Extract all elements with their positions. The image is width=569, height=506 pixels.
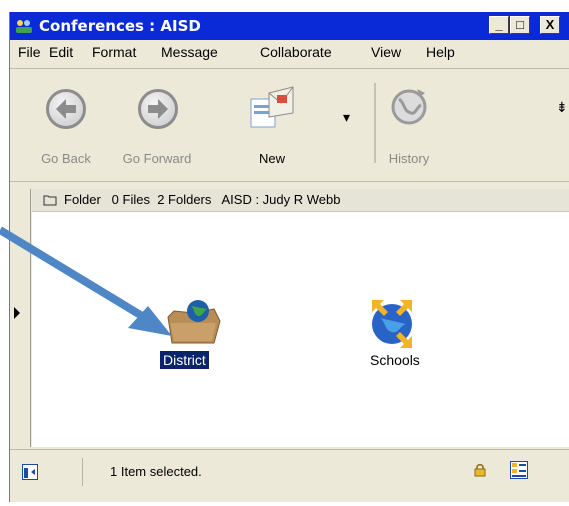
district-label: District (160, 351, 209, 369)
lock-icon (474, 464, 486, 477)
menu-message[interactable]: Message (161, 44, 218, 60)
folder-icon (43, 195, 57, 206)
menu-help[interactable]: Help (426, 44, 455, 60)
history-label: History (388, 151, 430, 166)
folder-info-text: Folder 0 Files 2 Folders AISD : Judy R W… (64, 192, 341, 207)
view-details-icon[interactable] (510, 461, 528, 479)
overflow-chevron-icon: ⇟ (556, 99, 568, 115)
go-back-label: Go Back (41, 151, 91, 166)
schools-globe-arrows-icon (372, 300, 412, 348)
maximize-button[interactable]: □ (510, 16, 530, 34)
go-back-button[interactable]: Go Back (30, 77, 102, 177)
new-button[interactable]: New (242, 77, 302, 177)
go-forward-label: Go Forward (122, 151, 192, 166)
status-text: 1 Item selected. (110, 464, 202, 479)
toolbar-overflow-button[interactable]: ⇟ (554, 77, 568, 137)
toolbar: Go Back Go Forward New ▾ History ⇟ (10, 68, 569, 182)
menu-view[interactable]: View (371, 44, 401, 60)
menu-file[interactable]: File (18, 44, 41, 60)
schools-item[interactable]: Schools (352, 292, 442, 377)
expand-pane-arrow-icon[interactable] (12, 306, 22, 320)
back-arrow-icon (46, 89, 86, 129)
history-globe-icon (391, 89, 427, 125)
dropdown-arrow-icon: ▾ (343, 109, 351, 125)
window-title: Conferences : AISD (39, 17, 201, 35)
menu-format[interactable]: Format (92, 44, 136, 60)
menu-collaborate[interactable]: Collaborate (260, 44, 332, 60)
left-pane-strip[interactable] (10, 189, 31, 447)
conferences-window: Conferences : AISD _ □ X File Edit Forma… (9, 12, 569, 502)
go-forward-button[interactable]: Go Forward (114, 77, 200, 177)
minimize-button[interactable]: _ (489, 16, 509, 34)
conference-app-icon (16, 20, 32, 33)
new-label: New (258, 151, 285, 166)
schools-label: Schools (370, 352, 420, 368)
status-bar: 1 Item selected. (10, 449, 569, 494)
new-message-icon (250, 86, 294, 128)
new-dropdown-button[interactable]: ▾ (340, 77, 356, 177)
history-button[interactable]: History (384, 77, 434, 177)
district-globe-folder-icon (167, 300, 221, 344)
forward-arrow-icon (138, 89, 178, 129)
close-button[interactable]: X (540, 16, 560, 34)
title-bar[interactable]: Conferences : AISD _ □ X (10, 12, 569, 40)
status-separator (82, 458, 83, 486)
toolbar-separator (374, 83, 376, 163)
district-item[interactable]: District (150, 297, 240, 377)
panel-toggle-icon[interactable] (22, 464, 38, 480)
folder-info-bar: Folder 0 Files 2 Folders AISD : Judy R W… (32, 189, 569, 212)
menu-edit[interactable]: Edit (49, 44, 73, 60)
folder-content-area[interactable]: District Schools (32, 212, 569, 447)
menu-bar: File Edit Format Message Collaborate Vie… (10, 40, 569, 64)
